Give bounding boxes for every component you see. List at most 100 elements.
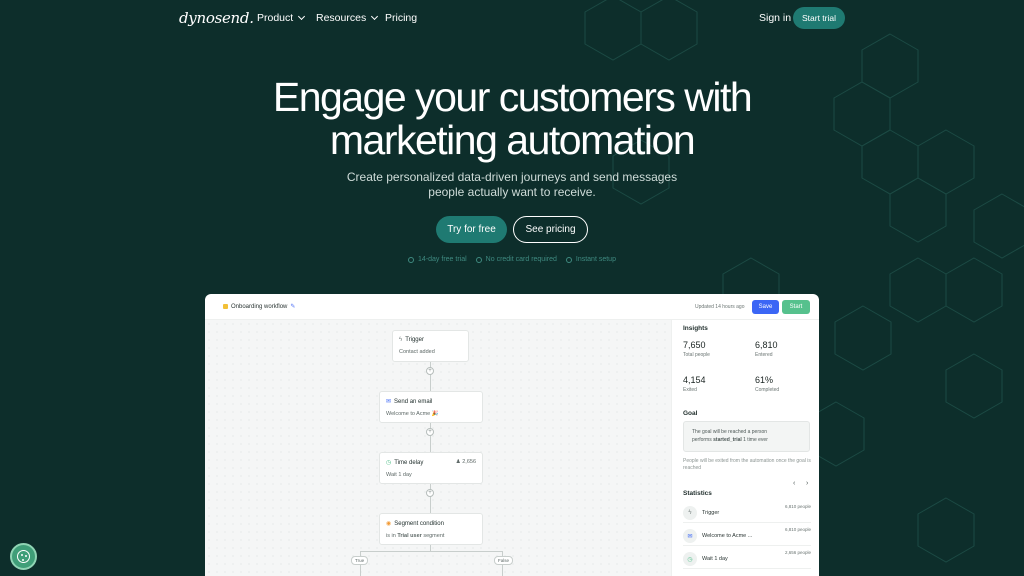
goal-heading: Goal <box>683 410 698 417</box>
sign-in-link[interactable]: Sign in <box>759 12 791 24</box>
delay-node-title-text: Time delay <box>394 459 424 466</box>
time-delay-node[interactable]: ◷ Time delay ♟ 2,656 Wait 1 day <box>379 452 483 484</box>
edit-pencil-icon[interactable]: ✎ <box>290 303 295 310</box>
stat-completed-value: 61% <box>755 375 774 385</box>
stat-entered-value: 6,810 <box>755 340 778 350</box>
hero-subtitle-line-1: Create personalized data-driven journeys… <box>346 170 678 184</box>
nav-pricing-label: Pricing <box>385 12 418 24</box>
nav-resources-label: Resources <box>316 12 367 24</box>
workflow-title: Onboarding workflow ✎ <box>223 303 295 310</box>
chevron-left-icon[interactable]: ‹ <box>793 480 795 487</box>
branch-true-tag[interactable]: True <box>351 556 369 565</box>
goal-note: People will be exited from the automatio… <box>683 458 811 471</box>
add-step-plus-icon[interactable]: + <box>426 428 434 436</box>
segment-node-subtitle: is in Trial user segment <box>386 533 476 539</box>
stat-exited-label: Exited <box>683 387 697 393</box>
branch-connector <box>360 551 502 552</box>
stat-row-delay[interactable]: ◷ Wait 1 day 2,656 people <box>683 549 811 569</box>
top-navigation: dynosend. Product Resources Pricing Sign… <box>0 0 1024 36</box>
segment-name: Trial user <box>397 533 422 539</box>
segment-node-title-text: Segment condition <box>394 520 444 527</box>
workflow-title-text: Onboarding workflow <box>231 303 288 310</box>
branch-false-tag[interactable]: False <box>494 556 514 565</box>
stat-row-label: Welcome to Acme ... <box>702 533 753 539</box>
clock-icon: ◷ <box>683 552 697 566</box>
workflow-canvas[interactable]: ϟ Trigger Contact added + ✉ Send an email … <box>205 320 671 576</box>
chevron-right-icon[interactable]: › <box>806 480 808 487</box>
dynosend-logo[interactable]: dynosend. <box>179 9 254 27</box>
stat-row-label: Trigger <box>702 510 720 516</box>
email-node-title-text: Send an email <box>394 398 433 405</box>
perk-label: Instant setup <box>575 256 616 263</box>
nav-product-label: Product <box>257 12 294 24</box>
check-circle-icon <box>475 256 482 263</box>
cookie-settings-button[interactable] <box>10 543 37 570</box>
statistics-heading: Statistics <box>683 490 712 497</box>
goal-text-prefix: performs <box>692 437 712 443</box>
nav-pricing-link[interactable]: Pricing <box>385 12 417 24</box>
stat-row-count: 6,810 people <box>784 504 811 509</box>
goal-description-box[interactable]: The goal will be reached a person perfor… <box>683 421 810 452</box>
hero-subtitle: Create personalized data-driven journeys… <box>340 170 684 200</box>
segment-icon: ◉ <box>386 521 392 527</box>
stat-entered-label: Entered <box>755 352 773 358</box>
segment-condition-node[interactable]: ◉ Segment condition is in Trial user segm… <box>379 513 483 545</box>
save-button[interactable]: Save <box>752 300 779 314</box>
hero-title-line-1: Engage your customers with <box>272 74 753 120</box>
perk-item: 14-day free trial <box>408 256 467 263</box>
person-icon: ♟ <box>455 459 461 465</box>
perk-item: Instant setup <box>565 256 616 263</box>
trigger-node-title-text: Trigger <box>405 337 424 343</box>
workflow-toolbar: Onboarding workflow ✎ Updated 14 hours a… <box>205 294 819 320</box>
add-step-plus-icon[interactable]: + <box>426 367 434 375</box>
perks-list: 14-day free trial No credit card require… <box>0 256 1024 263</box>
chevron-down-icon <box>371 12 379 21</box>
workflow-app-preview: Onboarding workflow ✎ Updated 14 hours a… <box>205 294 819 576</box>
add-step-plus-icon[interactable]: + <box>426 489 434 497</box>
hero-title-line-2: marketing automation <box>329 117 696 163</box>
stat-completed-label: Completed <box>755 387 780 393</box>
updated-timestamp: Updated 14 hours ago <box>695 304 745 310</box>
stat-row-trigger[interactable]: ϟ Trigger 6,810 people <box>683 503 811 523</box>
workflow-icon <box>223 304 228 309</box>
nav-product-menu[interactable]: Product <box>257 12 306 24</box>
stat-row-count: 6,810 people <box>784 527 811 532</box>
email-node-title: ✉ Send an email <box>386 398 476 406</box>
delay-node-subtitle: Wait 1 day <box>386 472 412 478</box>
send-email-node[interactable]: ✉ Send an email Welcome to Acme 🎉 <box>379 391 483 423</box>
trigger-node[interactable]: ϟ Trigger Contact added <box>392 330 469 362</box>
perk-label: No credit card required <box>485 256 557 263</box>
stat-row-label: Wait 1 day <box>702 556 728 562</box>
see-pricing-button[interactable]: See pricing <box>513 216 588 243</box>
hero-title: Engage your customers with marketing aut… <box>0 76 1024 162</box>
try-for-free-button[interactable]: Try for free <box>436 216 507 243</box>
stat-total-value: 7,650 <box>683 340 706 350</box>
goal-event-name: started_trial <box>713 437 742 443</box>
check-circle-icon <box>565 256 572 263</box>
goal-text-suffix: 1 time ever <box>743 437 768 443</box>
perk-label: 14-day free trial <box>418 256 467 263</box>
check-circle-icon <box>408 256 415 263</box>
stat-row-email[interactable]: ✉ Welcome to Acme ... 6,810 people <box>683 526 811 546</box>
goal-text-line-2: performs started_trial 1 time ever <box>692 436 801 444</box>
delay-node-count: ♟ 2,656 <box>456 459 476 465</box>
start-button[interactable]: Start <box>782 300 810 314</box>
insights-heading: Insights <box>683 325 708 332</box>
nav-resources-menu[interactable]: Resources <box>316 12 379 24</box>
start-trial-button[interactable]: Start trial <box>793 7 845 29</box>
hero-subtitle-line-2: people actually want to receive. <box>428 185 596 199</box>
cookie-icon <box>17 550 30 563</box>
segment-suffix: segment <box>423 533 445 539</box>
lightning-icon: ϟ <box>399 337 403 343</box>
email-icon: ✉ <box>386 399 392 405</box>
trigger-node-subtitle: Contact added <box>399 349 435 355</box>
delay-node-count-text: 2,656 <box>462 459 476 465</box>
goal-text-line-1: The goal will be reached a person <box>692 429 768 435</box>
email-icon: ✉ <box>683 529 697 543</box>
chevron-down-icon <box>298 12 306 21</box>
segment-node-title: ◉ Segment condition <box>386 520 476 528</box>
email-node-subtitle: Welcome to Acme 🎉 <box>386 411 439 417</box>
segment-prefix: is in <box>386 533 396 539</box>
stat-exited-value: 4,154 <box>683 375 706 385</box>
trigger-node-title: ϟ Trigger <box>399 337 462 343</box>
